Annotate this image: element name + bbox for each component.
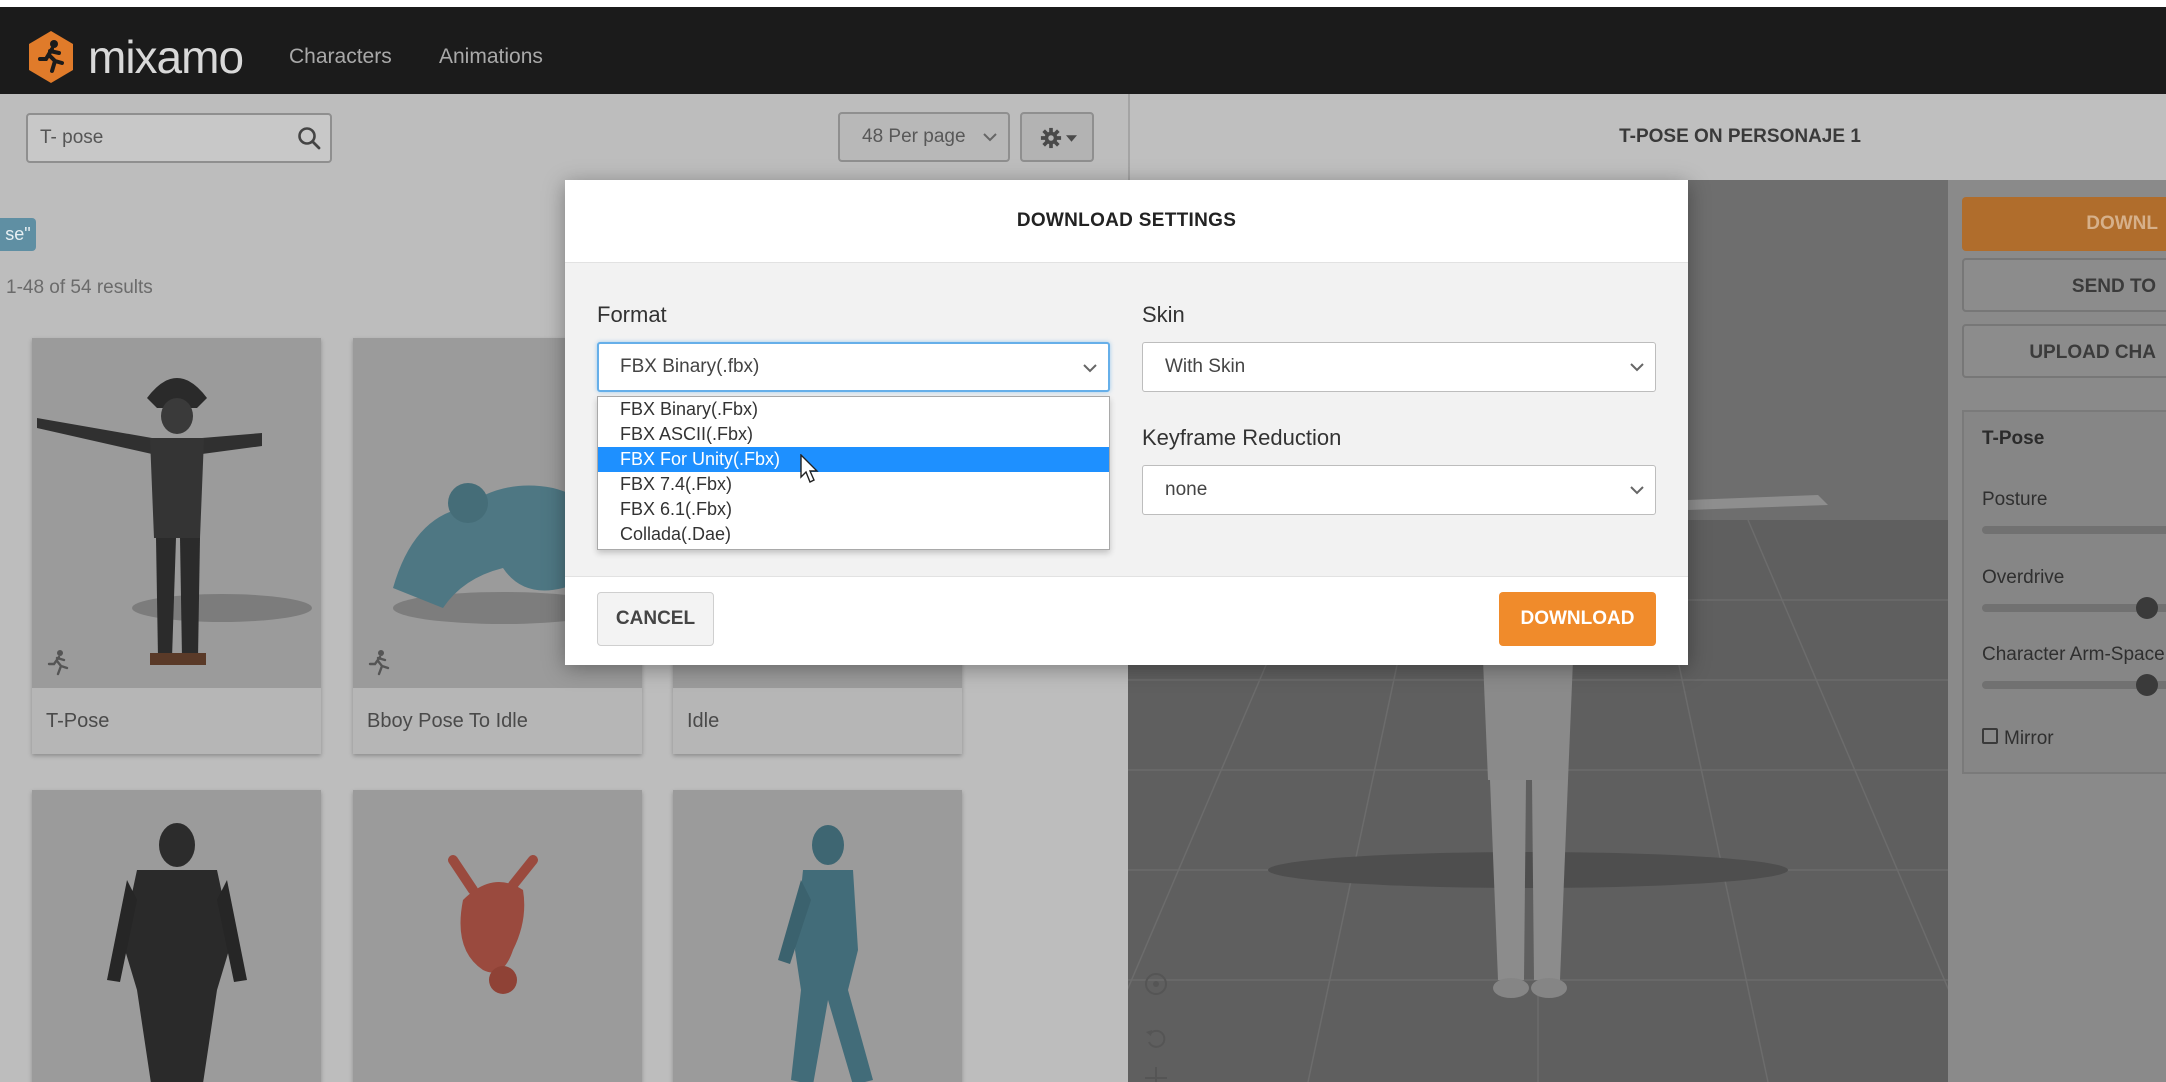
posture-slider[interactable] bbox=[1982, 526, 2166, 534]
format-dropdown-list: FBX Binary(.Fbx) FBX ASCII(.Fbx) FBX For… bbox=[597, 396, 1110, 550]
viewport-camera-icon[interactable] bbox=[1142, 970, 1170, 998]
modal-header: DOWNLOAD SETTINGS bbox=[565, 180, 1688, 263]
keyframe-reduction-select[interactable]: none bbox=[1142, 465, 1656, 515]
card-thumbnail bbox=[32, 338, 321, 688]
format-option-fbx-unity[interactable]: FBX For Unity(.Fbx) bbox=[598, 447, 1109, 472]
format-option-fbx-74[interactable]: FBX 7.4(.Fbx) bbox=[598, 472, 1109, 497]
top-strip bbox=[0, 0, 2166, 7]
skin-select[interactable]: With Skin bbox=[1142, 342, 1656, 392]
animation-type-icon bbox=[47, 650, 69, 676]
nav-characters[interactable]: Characters bbox=[289, 39, 392, 75]
animation-card-tpose[interactable]: T-Pose bbox=[32, 338, 321, 754]
move-icon[interactable] bbox=[1142, 1064, 1170, 1082]
nav-animations[interactable]: Animations bbox=[439, 39, 543, 75]
chevron-down-icon bbox=[1630, 363, 1644, 372]
overdrive-label: Overdrive bbox=[1982, 567, 2065, 588]
search-box bbox=[26, 113, 332, 163]
chevron-down-icon bbox=[1083, 364, 1097, 373]
card-label: T-Pose bbox=[32, 688, 321, 754]
animation-card-walk[interactable] bbox=[673, 790, 962, 1082]
chevron-down-icon bbox=[983, 133, 997, 142]
format-label: Format bbox=[597, 302, 667, 327]
mirror-checkbox[interactable] bbox=[1982, 728, 1998, 744]
format-option-fbx-61[interactable]: FBX 6.1(.Fbx) bbox=[598, 497, 1109, 522]
modal-title: DOWNLOAD SETTINGS bbox=[1016, 210, 1237, 231]
format-selected-value: FBX Binary(.fbx) bbox=[620, 356, 760, 377]
mixamo-logo-icon[interactable] bbox=[26, 29, 76, 85]
search-input[interactable] bbox=[40, 115, 280, 161]
format-option-fbx-ascii[interactable]: FBX ASCII(.Fbx) bbox=[598, 422, 1109, 447]
navbar: mixamo Characters Animations bbox=[0, 7, 2166, 94]
card-label: Idle bbox=[673, 688, 962, 754]
settings-button[interactable] bbox=[1020, 112, 1094, 162]
sidebar-download-button[interactable]: DOWNL bbox=[1962, 197, 2166, 251]
character-teal-figure bbox=[778, 825, 873, 1082]
animation-type-icon bbox=[368, 650, 390, 676]
character-armored-figure bbox=[107, 823, 247, 1082]
keyframe-reduction-label: Keyframe Reduction bbox=[1142, 425, 1342, 450]
skin-label: Skin bbox=[1142, 302, 1185, 327]
caret-down-icon bbox=[1066, 135, 1077, 142]
format-select[interactable]: FBX Binary(.fbx) bbox=[597, 342, 1110, 392]
cancel-button[interactable]: CANCEL bbox=[597, 592, 714, 646]
per-page-select[interactable]: 48 Per page bbox=[838, 112, 1010, 162]
keyframe-selected-value: none bbox=[1165, 479, 1208, 500]
panel-title: T-Pose bbox=[1982, 428, 2045, 449]
format-option-collada[interactable]: Collada(.Dae) bbox=[598, 522, 1109, 547]
posture-label: Posture bbox=[1982, 489, 2048, 510]
send-to-button[interactable]: SEND TO bbox=[1962, 258, 2166, 312]
character-tpose-figure bbox=[37, 378, 312, 665]
per-page-value: 48 Per page bbox=[862, 126, 966, 147]
search-tag[interactable]: se" bbox=[0, 218, 36, 251]
upload-character-button[interactable]: UPLOAD CHA bbox=[1962, 324, 2166, 378]
character-red-figure bbox=[448, 855, 538, 994]
results-count: 1-48 of 54 results bbox=[6, 277, 153, 298]
mixamo-app: mixamo Characters Animations 48 Per page… bbox=[0, 0, 2166, 1082]
viewer-title: T-POSE ON PERSONAJE 1 bbox=[1619, 126, 1861, 147]
format-option-fbx-binary[interactable]: FBX Binary(.Fbx) bbox=[598, 397, 1109, 422]
rotate-icon[interactable] bbox=[1142, 1024, 1170, 1052]
search-icon[interactable] bbox=[296, 125, 322, 151]
chevron-down-icon bbox=[1630, 486, 1644, 495]
download-button[interactable]: DOWNLOAD bbox=[1499, 592, 1656, 646]
animation-card-flip[interactable] bbox=[353, 790, 642, 1082]
overdrive-slider-handle[interactable] bbox=[2136, 597, 2158, 619]
animation-card-armored[interactable] bbox=[32, 790, 321, 1082]
card-label: Bboy Pose To Idle bbox=[353, 688, 642, 754]
animation-settings-panel bbox=[1962, 410, 2166, 774]
gear-icon bbox=[1040, 127, 1062, 149]
card-thumbnail bbox=[32, 790, 321, 1082]
skin-selected-value: With Skin bbox=[1165, 356, 1246, 377]
mouse-cursor-icon bbox=[800, 454, 819, 483]
card-thumbnail bbox=[353, 790, 642, 1082]
mirror-label: Mirror bbox=[2004, 728, 2054, 749]
arm-space-label: Character Arm-Space bbox=[1982, 644, 2165, 665]
arm-space-slider-handle[interactable] bbox=[2136, 674, 2158, 696]
brand-name: mixamo bbox=[88, 31, 244, 83]
card-thumbnail bbox=[673, 790, 962, 1082]
